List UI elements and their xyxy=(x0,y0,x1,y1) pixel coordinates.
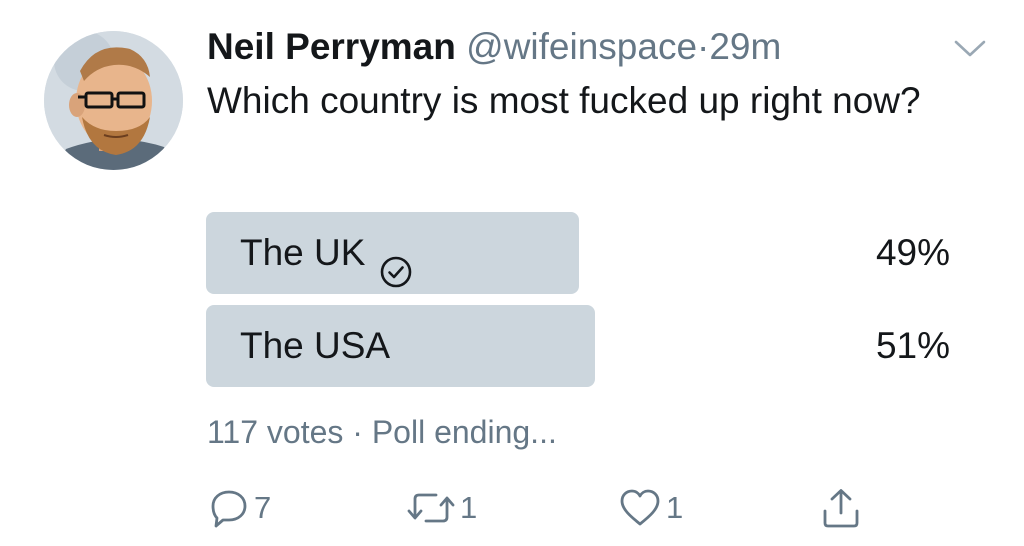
like-count: 1 xyxy=(666,490,684,525)
retweet-count: 1 xyxy=(460,490,478,525)
poll-option-label: The USA xyxy=(240,325,391,366)
check-circle-icon xyxy=(379,236,413,288)
tweet-actions: 7 1 1 xyxy=(0,486,1024,530)
author-name[interactable]: Neil Perryman xyxy=(207,26,456,67)
heart-icon xyxy=(620,489,660,526)
poll-meta-separator: · xyxy=(352,414,363,450)
poll-option-percent: 51% xyxy=(875,325,950,366)
poll-option-percent: 49% xyxy=(875,232,950,273)
poll-option-uk: The UK 49% xyxy=(206,212,950,294)
poll-meta: 117 votes · Poll ending... xyxy=(207,410,557,454)
like-button[interactable]: 1 xyxy=(618,486,683,530)
chevron-down-icon[interactable] xyxy=(952,36,988,60)
author-handle[interactable]: @wifeinspace xyxy=(466,26,697,67)
poll-status: Poll ending... xyxy=(371,414,557,450)
share-icon xyxy=(823,489,859,528)
retweet-button[interactable]: 1 xyxy=(406,486,477,530)
tweet-timestamp[interactable]: 29m xyxy=(709,26,781,67)
poll-votes: 117 votes xyxy=(207,414,344,450)
share-button[interactable] xyxy=(820,486,862,530)
tweet-header: Neil Perryman @wifeinspace·29m xyxy=(207,24,781,70)
tweet-text: Which country is most fucked up right no… xyxy=(207,80,921,121)
retweet-icon xyxy=(407,493,455,523)
poll-option-label: The UK xyxy=(240,232,366,273)
reply-icon xyxy=(211,490,247,528)
poll-option-usa: The USA 51% xyxy=(206,305,950,387)
avatar-illustration xyxy=(44,31,183,170)
reply-button[interactable]: 7 xyxy=(208,486,271,530)
header-separator: · xyxy=(697,26,710,67)
reply-count: 7 xyxy=(254,490,272,525)
avatar[interactable] xyxy=(44,31,183,170)
